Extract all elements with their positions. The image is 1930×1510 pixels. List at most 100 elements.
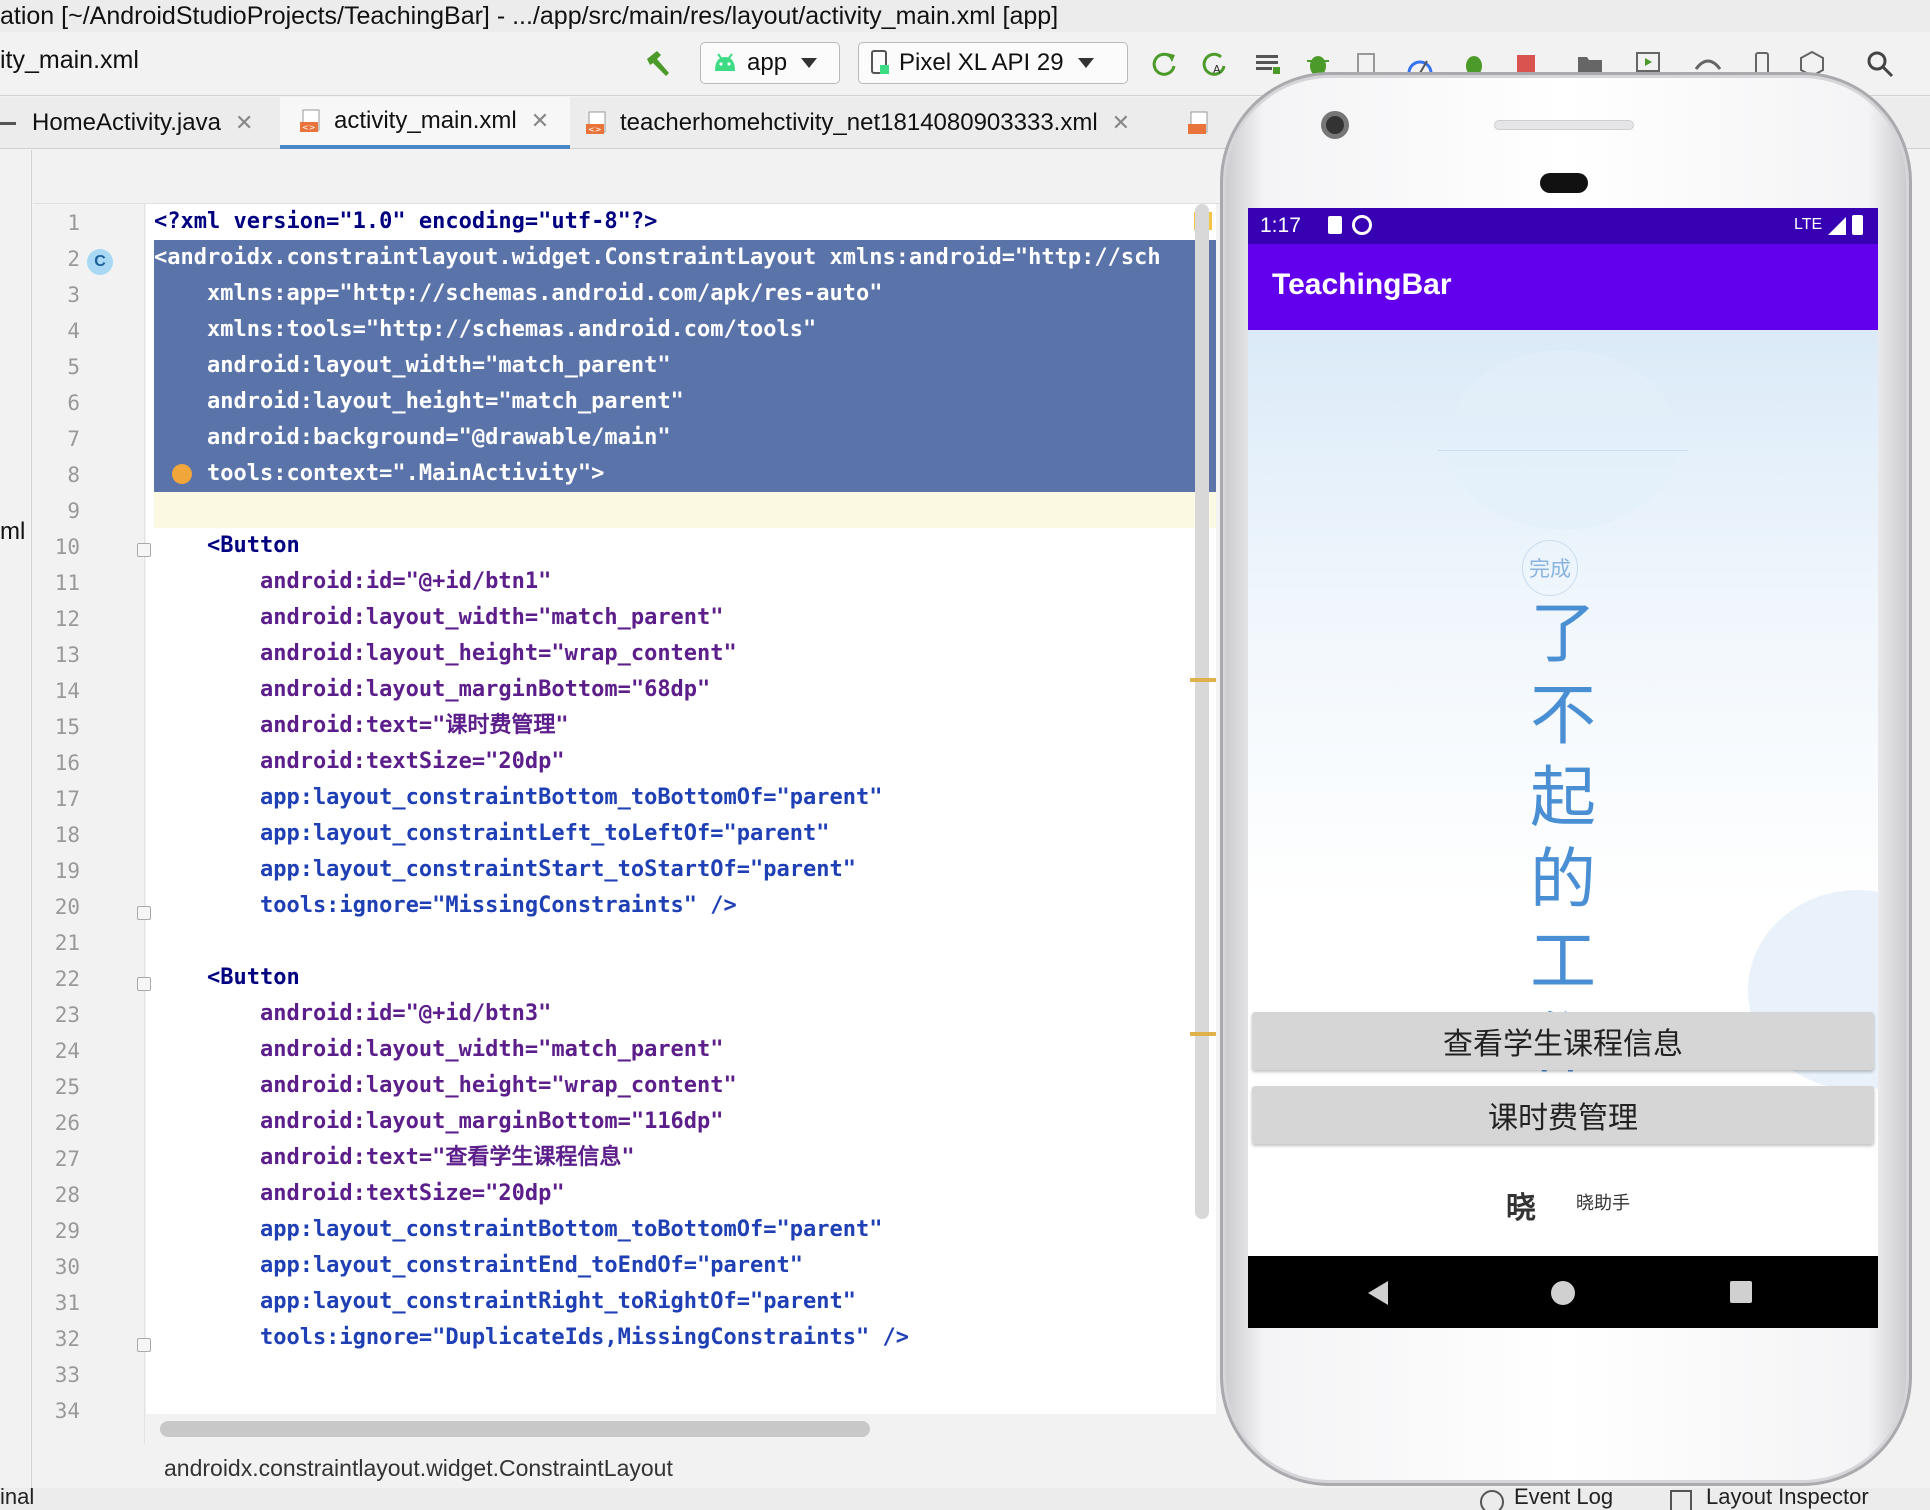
code-line[interactable]: android:layout_width="match_parent"	[146, 348, 1216, 384]
fold-icon[interactable]	[137, 1338, 151, 1352]
line-number: 1	[67, 211, 80, 235]
code-line[interactable]: android:id="@+id/btn3"	[146, 996, 1216, 1032]
left-tool-strip	[0, 150, 32, 1490]
code-line[interactable]: <Button	[146, 960, 1216, 996]
code-line[interactable]: xmlns:tools="http://schemas.android.com/…	[146, 312, 1216, 348]
apply-changes-icon[interactable]: A	[1196, 46, 1232, 82]
chevron-down-icon	[801, 58, 818, 68]
device-select[interactable]: Pixel XL API 29	[858, 42, 1128, 84]
code-line[interactable]	[146, 1392, 1216, 1414]
tab-homeactivity[interactable]: HomeActivity.java ✕	[0, 97, 270, 149]
cloud-decoration	[1448, 350, 1678, 530]
fold-icon[interactable]	[137, 977, 151, 991]
layout-inspector-tab[interactable]: Layout Inspector	[1706, 1488, 1869, 1510]
back-icon[interactable]	[1366, 1280, 1390, 1306]
line-number: 14	[54, 679, 80, 703]
code-line[interactable]: android:layout_height="wrap_content"	[146, 636, 1216, 672]
hammer-icon[interactable]	[640, 46, 676, 82]
class-gutter-icon[interactable]: C	[87, 249, 113, 275]
line-number: 26	[54, 1111, 80, 1135]
code-line[interactable]: android:layout_width="match_parent"	[146, 600, 1216, 636]
line-number: 11	[54, 571, 80, 595]
code-line[interactable]: app:layout_constraintBottom_toBottomOf="…	[146, 1212, 1216, 1248]
earpiece	[1540, 173, 1588, 193]
close-icon[interactable]: ✕	[235, 110, 253, 136]
code-line[interactable]: app:layout_constraintBottom_toBottomOf="…	[146, 780, 1216, 816]
emulator-screen[interactable]: 1:17 LTE TeachingBar 完成 了 不 起 的 工 作 查看学生…	[1248, 208, 1878, 1328]
tab-activity-main[interactable]: <> activity_main.xml ✕	[280, 97, 570, 149]
code-line[interactable]: tools:ignore="MissingConstraints" />	[146, 888, 1216, 924]
code-line[interactable]: app:layout_constraintRight_toRightOf="pa…	[146, 1284, 1216, 1320]
window-title: ation [~/AndroidStudioProjects/TeachingB…	[0, 0, 1930, 32]
fold-icon[interactable]	[137, 906, 151, 920]
left-strip-label: ml	[0, 518, 26, 545]
tab-overflow[interactable]	[1186, 97, 1226, 149]
sync-icon	[1352, 215, 1372, 235]
speaker-grille	[1494, 120, 1634, 130]
code-line[interactable]	[146, 1356, 1216, 1392]
code-line[interactable]: android:textSize="20dp"	[146, 744, 1216, 780]
view-student-courses-button[interactable]: 查看学生课程信息	[1252, 1012, 1874, 1070]
line-number: 27	[54, 1147, 80, 1171]
navigation-bar-file[interactable]: ity_main.xml	[0, 46, 139, 75]
fold-icon[interactable]	[137, 543, 151, 557]
code-line[interactable]: android:layout_width="match_parent"	[146, 1032, 1216, 1068]
fee-management-button[interactable]: 课时费管理	[1252, 1086, 1874, 1144]
code-line[interactable]: android:id="@+id/btn1"	[146, 564, 1216, 600]
code-line[interactable]: android:text="查看学生课程信息"	[146, 1140, 1216, 1176]
close-icon[interactable]: ✕	[1112, 110, 1130, 136]
logcat-icon[interactable]	[1250, 46, 1286, 82]
line-number: 25	[54, 1075, 80, 1099]
code-line[interactable]: android:textSize="20dp"	[146, 1176, 1216, 1212]
horizontal-scrollbar[interactable]	[160, 1421, 870, 1437]
code-line[interactable]: android:background="@drawable/main"	[146, 420, 1216, 456]
code-line[interactable]: android:layout_marginBottom="68dp"	[146, 672, 1216, 708]
warning-marker[interactable]	[1190, 678, 1216, 682]
code-editor[interactable]: <?xml version="1.0" encoding="utf-8"?> <a…	[146, 204, 1216, 1414]
lightbulb-icon[interactable]	[172, 464, 192, 484]
chevron-down-icon	[1077, 58, 1094, 68]
code-line[interactable]: xmlns:app="http://schemas.android.com/ap…	[146, 276, 1216, 312]
event-log-tab[interactable]: Event Log	[1514, 1488, 1613, 1510]
close-icon[interactable]: ✕	[531, 108, 549, 134]
line-number: 17	[54, 787, 80, 811]
line-number: 12	[54, 607, 80, 631]
code-line[interactable]: tools:context=".MainActivity">	[146, 456, 1216, 492]
svg-text:<>: <>	[302, 123, 315, 132]
code-line[interactable]: <?xml version="1.0" encoding="utf-8"?>	[146, 204, 1216, 240]
run-config-select[interactable]: app	[700, 42, 840, 84]
vertical-scrollbar[interactable]	[1195, 204, 1209, 1219]
line-number: 23	[54, 1003, 80, 1027]
code-line[interactable]: <androidx.constraintlayout.widget.Constr…	[146, 240, 1216, 276]
recents-icon[interactable]	[1730, 1281, 1752, 1303]
tab-teacherhome[interactable]: <> teacherhomehctivity_net1814080903333.…	[584, 97, 1174, 149]
event-log-icon	[1480, 1490, 1504, 1510]
terminal-tab[interactable]: inal	[0, 1488, 34, 1510]
line-number: 30	[54, 1255, 80, 1279]
code-line[interactable]	[146, 492, 1216, 528]
home-icon[interactable]	[1551, 1281, 1575, 1305]
search-icon[interactable]	[1862, 46, 1898, 82]
device-label: Pixel XL API 29	[899, 49, 1064, 76]
brand-name: 晓助手	[1576, 1193, 1630, 1213]
code-line[interactable]: app:layout_constraintLeft_toLeftOf="pare…	[146, 816, 1216, 852]
svg-text:<>: <>	[588, 125, 601, 134]
code-line[interactable]	[146, 924, 1216, 960]
code-line[interactable]: android:text="课时费管理"	[146, 708, 1216, 744]
line-number: 3	[67, 283, 80, 307]
code-line[interactable]: android:layout_height="match_parent"	[146, 384, 1216, 420]
code-line[interactable]: android:layout_height="wrap_content"	[146, 1068, 1216, 1104]
code-line[interactable]: tools:ignore="DuplicateIds,MissingConstr…	[146, 1320, 1216, 1356]
rerun-icon[interactable]	[1146, 46, 1182, 82]
line-number: 21	[54, 931, 80, 955]
code-line[interactable]: android:layout_marginBottom="116dp"	[146, 1104, 1216, 1140]
bottom-tool-bar: inal Event Log Layout Inspector	[0, 1488, 1930, 1510]
xml-file-icon: <>	[584, 110, 610, 136]
xml-breadcrumb[interactable]: androidx.constraintlayout.widget.Constra…	[164, 1455, 673, 1482]
line-number: 6	[67, 391, 80, 415]
code-line[interactable]: app:layout_constraintStart_toStartOf="pa…	[146, 852, 1216, 888]
code-line[interactable]: app:layout_constraintEnd_toEndOf="parent…	[146, 1248, 1216, 1284]
warning-marker[interactable]	[1190, 1032, 1216, 1036]
code-line[interactable]: <Button	[146, 528, 1216, 564]
line-number: 34	[54, 1399, 80, 1423]
